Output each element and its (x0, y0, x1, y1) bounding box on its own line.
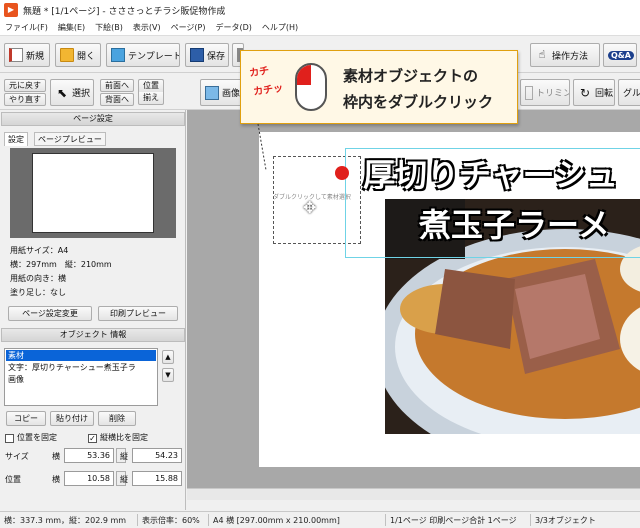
status-separator (208, 514, 209, 526)
status-bar: 横：337.3 mm，縦：202.9 mm 表示倍率：60% A4 横 [297… (0, 511, 640, 528)
status-separator (385, 514, 386, 526)
status-separator (530, 514, 531, 526)
cursor-position-status: 横：337.3 mm，縦：202.9 mm (4, 516, 127, 525)
page-count-status: 1/1ページ 印刷ページ合計 1ページ (390, 516, 517, 525)
paper-status: A4 横 [297.00mm x 210.00mm] (213, 516, 340, 525)
callout-pointer-line (257, 123, 267, 171)
zoom-status: 表示倍率：60% (142, 516, 200, 525)
status-separator (137, 514, 138, 526)
object-count-status: 3/3オブジェクト (535, 516, 596, 525)
